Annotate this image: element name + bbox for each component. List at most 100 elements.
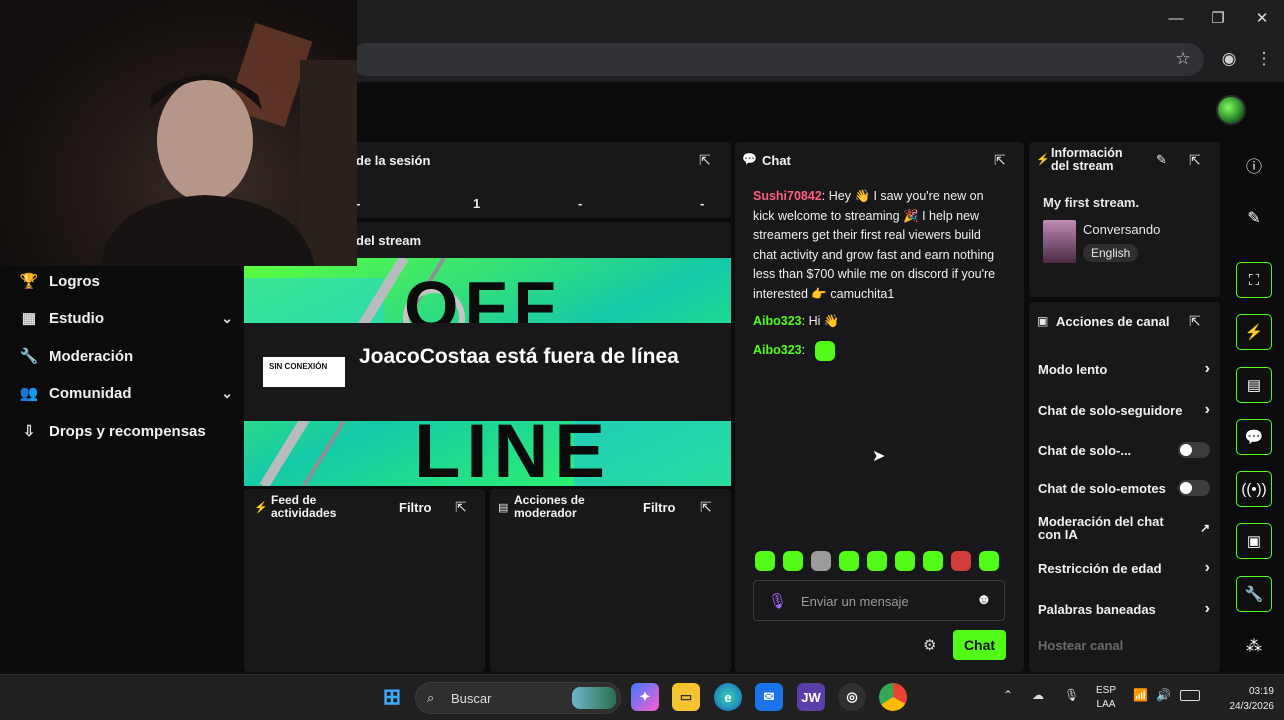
activity-filter-button[interactable]: Filtro (399, 500, 432, 515)
edge-icon[interactable]: e (714, 683, 742, 711)
sidebar-item-drops[interactable]: ⇩ Drops y recompensas (18, 416, 233, 446)
popout-icon[interactable]: ⇱ (1189, 313, 1201, 330)
chevron-up-icon[interactable]: ⌃ (1003, 688, 1013, 702)
emote-icon[interactable] (783, 551, 803, 571)
lightning-icon: ⚡ (1036, 154, 1050, 166)
sidebar-item-comunidad[interactable]: 👥 Comunidad ⌄ (18, 378, 233, 408)
edit-pencil-icon[interactable]: ✎ (1236, 200, 1272, 236)
sidebar-item-logros[interactable]: 🏆 Logros (18, 266, 233, 296)
action-label: Modo lento (1038, 361, 1108, 377)
chat-username[interactable]: Aibo323 (753, 341, 802, 361)
minimize-button[interactable]: — (1164, 8, 1188, 30)
microphone-icon[interactable]: 🎙 (1064, 688, 1079, 702)
subs-only-toggle[interactable] (1178, 442, 1210, 458)
address-bar[interactable] (350, 43, 1204, 76)
wifi-icon[interactable]: 📶 (1133, 688, 1148, 702)
action-host-channel[interactable]: Hostear canal (1038, 634, 1210, 656)
copilot-icon[interactable]: ✦ (631, 683, 659, 711)
mouse-cursor: ➤ (872, 448, 886, 465)
volume-icon[interactable]: 🔊 (1156, 688, 1171, 702)
language-tag: English (1083, 244, 1139, 262)
action-label: Chat de solo-... (1038, 442, 1132, 458)
emote-icon[interactable] (979, 551, 999, 571)
keyboard-layout: LAA (1096, 699, 1116, 710)
battery-icon[interactable] (1180, 690, 1200, 701)
microphone-icon[interactable]: 🎙 (768, 592, 787, 610)
action-banned-words[interactable]: Palabras baneadas › (1038, 598, 1210, 620)
action-label: Moderación del chat con IA (1038, 514, 1164, 542)
browser-menu-icon[interactable]: ⋮ (1252, 47, 1276, 71)
external-link-icon: ↗ (1199, 520, 1210, 535)
send-chat-button[interactable]: Chat (953, 630, 1006, 660)
profile-icon[interactable]: ◉ (1217, 47, 1241, 71)
session-panel-title: de la sesión (356, 153, 431, 168)
popout-icon[interactable]: ⇱ (455, 499, 467, 516)
community-icon: 👥 (19, 385, 39, 402)
chat-username[interactable]: Sushi70842 (753, 189, 822, 203)
settings-gear-icon[interactable]: ⚙ (923, 636, 936, 654)
sidebar-item-label: Moderación (49, 347, 134, 365)
time: 03:19 (1248, 686, 1274, 697)
document-icon[interactable]: ▤ (1236, 367, 1272, 403)
emoji-icon[interactable]: ☻ (976, 591, 992, 608)
bookmark-star-icon[interactable]: ☆ (1171, 47, 1195, 71)
maximize-button[interactable]: ❐ (1206, 8, 1230, 30)
emote-icon[interactable] (951, 551, 971, 571)
channel-actions-icon: ▣ (1037, 314, 1049, 328)
obs-icon[interactable]: ◎ (838, 683, 866, 711)
outlook-icon[interactable]: ✉ (755, 683, 783, 711)
emote-icon[interactable] (839, 551, 859, 571)
sidebar-item-moderacion[interactable]: 🔧 Moderación (18, 341, 233, 371)
action-ai-moderation[interactable]: Moderación del chat con IA ↗ (1038, 514, 1210, 542)
chat-input[interactable]: 🎙 Enviar un mensaje ☻ (753, 580, 1005, 621)
clock[interactable]: 03:19 24/3/2026 (1212, 684, 1275, 714)
cloud-icon[interactable]: ☁ (1032, 688, 1044, 702)
emote-icon[interactable] (895, 551, 915, 571)
broadcast-icon[interactable]: ((•)) (1236, 471, 1272, 507)
mod-actions-title: Acciones de moderador (514, 493, 585, 520)
emote-icon[interactable] (867, 551, 887, 571)
sidebar-item-label: Logros (49, 272, 100, 290)
close-window-button[interactable]: ✕ (1250, 8, 1274, 30)
chat-bubble-icon[interactable]: 💬 (1236, 419, 1272, 455)
emote-icon[interactable] (811, 551, 831, 571)
capture-icon[interactable]: ⛶ (1236, 262, 1272, 298)
taskbar-search[interactable]: ⌕ Buscar (415, 682, 621, 714)
emote-icon[interactable] (923, 551, 943, 571)
action-slow-mode[interactable]: Modo lento › (1038, 358, 1210, 380)
chat-username[interactable]: Aibo323 (753, 314, 802, 328)
windows-start-icon[interactable]: ⊞ (378, 683, 406, 711)
emote-bar (755, 551, 1005, 573)
chevron-right-icon: › (1204, 360, 1210, 377)
action-emotes-only: Chat de solo-emotes (1038, 477, 1210, 499)
user-avatar[interactable] (1216, 95, 1246, 125)
session-stat: - (700, 196, 705, 211)
popout-icon[interactable]: ⇱ (700, 499, 712, 516)
action-age-restriction[interactable]: Restricción de edad › (1038, 557, 1210, 579)
stream-category[interactable]: Conversando (1083, 222, 1160, 237)
popout-icon[interactable]: ⇱ (994, 152, 1006, 169)
search-icon: ⌕ (427, 690, 435, 705)
lightning-icon: ⚡ (254, 502, 268, 514)
jw-app-icon[interactable]: JW (797, 683, 825, 711)
chrome-icon[interactable] (879, 683, 907, 711)
emotes-only-toggle[interactable] (1178, 480, 1210, 496)
input-language[interactable]: ESP LAA (1096, 684, 1116, 712)
file-explorer-icon[interactable]: ▭ (672, 683, 700, 711)
wrench-icon: 🔧 (19, 348, 39, 365)
popout-icon[interactable]: ⇱ (1189, 152, 1201, 169)
emote-icon[interactable] (755, 551, 775, 571)
stream-title: My first stream. (1043, 195, 1140, 210)
layout-icon[interactable]: ▣ (1236, 523, 1272, 559)
sidebar-item-estudio[interactable]: ▦ Estudio ⌄ (18, 303, 233, 333)
nodes-icon[interactable]: ⁂ (1236, 628, 1272, 664)
edit-pencil-icon[interactable]: ✎ (1156, 152, 1167, 168)
lightning-icon[interactable]: ⚡ (1236, 314, 1272, 350)
chat-text: Hi 👋 (808, 314, 840, 328)
category-thumbnail (1043, 220, 1076, 263)
action-followers-only[interactable]: Chat de solo-seguidore › (1038, 399, 1210, 421)
popout-icon[interactable]: ⇱ (699, 152, 711, 169)
mod-filter-button[interactable]: Filtro (643, 500, 676, 515)
wrench-icon[interactable]: 🔧 (1236, 576, 1272, 612)
info-icon[interactable]: ⓘ (1236, 147, 1272, 183)
